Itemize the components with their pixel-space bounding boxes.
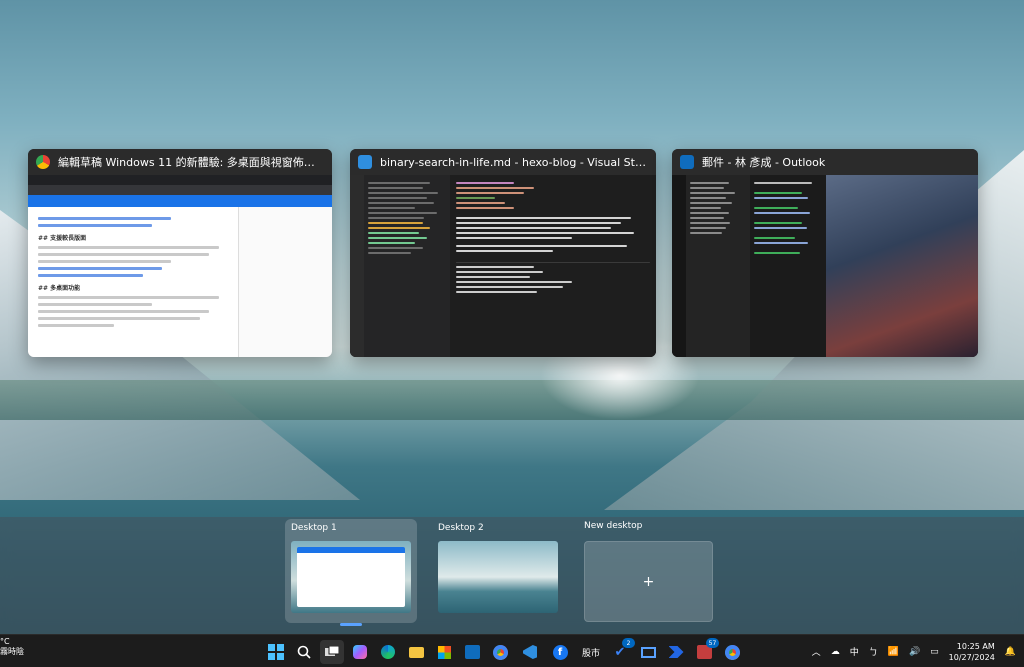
outlook-new-icon[interactable]: 57 <box>692 638 719 664</box>
todo-badge: 2 <box>622 638 635 648</box>
remote-desktop-icon[interactable] <box>636 640 660 664</box>
desktop-1-thumbnail[interactable]: Desktop 1 <box>285 519 417 626</box>
copilot-icon[interactable] <box>348 640 372 664</box>
markdown-heading: ## 支援較長版面 <box>38 235 87 242</box>
weather-temp: °C <box>0 637 10 646</box>
desktop-2-thumbnail[interactable]: Desktop 2 <box>432 519 564 623</box>
outlook-app-bar <box>672 175 686 357</box>
desktop-label: Desktop 2 <box>438 523 484 533</box>
task-view-window-chrome[interactable]: 編輯草稿 Windows 11 的新體驗: 多桌面與視窗佈局功能 - iT 邦幫… <box>28 149 332 357</box>
vscode-activity-bar <box>350 175 364 357</box>
window-title-bar: 編輯草稿 Windows 11 的新體驗: 多桌面與視窗佈局功能 - iT 邦幫… <box>28 149 332 175</box>
taskbar: °C 霧時陰 f 股市 ✔ 2 57 ︿ ☁ 中 ㄅ 📶 🔊 ▭ 10:25 A… <box>0 634 1024 667</box>
outlook-taskbar-icon[interactable] <box>460 640 484 664</box>
desktop-preview <box>291 541 411 613</box>
outlook-content <box>672 175 978 357</box>
outlook-badge: 57 <box>706 638 719 648</box>
task-view-icon[interactable] <box>320 640 344 664</box>
markdown-heading: ## 多桌面功能 <box>38 285 81 292</box>
desktop-label: Desktop 1 <box>291 523 337 533</box>
chrome-icon <box>36 155 50 169</box>
outlook-message-list <box>750 175 826 357</box>
input-language[interactable]: 中 <box>850 645 859 658</box>
volume-icon[interactable]: 🔊 <box>909 647 920 657</box>
microsoft-store-icon[interactable] <box>432 640 456 664</box>
chrome-tab-strip <box>28 175 332 185</box>
window-title-bar: binary-search-in-life.md - hexo-blog - V… <box>350 149 656 175</box>
chrome-address-bar <box>28 185 332 195</box>
outlook-icon <box>680 155 694 169</box>
vscode-taskbar-icon[interactable] <box>518 640 542 664</box>
window-title-bar: 郵件 - 林 彥成 - Outlook <box>672 149 978 175</box>
weather-status: 霧時陰 <box>0 647 24 656</box>
stock-widget[interactable]: 股市 <box>578 640 604 664</box>
active-desktop-indicator <box>340 623 362 626</box>
power-automate-icon[interactable] <box>664 640 688 664</box>
clock-date: 10/27/2024 <box>948 652 995 662</box>
file-explorer-icon[interactable] <box>404 640 428 664</box>
vscode-editor <box>450 175 656 357</box>
preview-pane <box>238 207 332 357</box>
battery-icon[interactable]: ▭ <box>930 647 939 657</box>
outlook-reading-pane <box>826 175 978 357</box>
wifi-icon[interactable]: 📶 <box>888 647 899 657</box>
plus-icon: + <box>642 573 655 590</box>
window-title: binary-search-in-life.md - hexo-blog - V… <box>380 155 648 169</box>
outlook-folder-pane <box>686 175 750 357</box>
vscode-content <box>350 175 656 357</box>
chrome-taskbar-icon[interactable] <box>488 640 512 664</box>
weather-widget[interactable]: °C 霧時陰 <box>0 637 30 657</box>
todo-icon[interactable]: ✔ 2 <box>608 638 635 664</box>
vscode-explorer <box>364 175 450 357</box>
clock-time: 10:25 AM <box>956 641 995 651</box>
window-title: 編輯草稿 Windows 11 的新體驗: 多桌面與視窗佈局功能 - iT 邦幫… <box>58 156 324 169</box>
edge-icon[interactable] <box>376 640 400 664</box>
chrome-content: ## 支援較長版面 ## 多桌面功能 <box>28 175 332 357</box>
new-desktop-label: New desktop <box>584 521 643 531</box>
ime-icon[interactable]: ㄅ <box>869 645 878 658</box>
editor-page: ## 支援較長版面 ## 多桌面功能 <box>28 207 332 357</box>
facebook-icon[interactable]: f <box>548 640 572 664</box>
start-icon[interactable] <box>264 640 288 664</box>
onedrive-icon[interactable]: ☁ <box>831 647 840 657</box>
task-view-window-vscode[interactable]: binary-search-in-life.md - hexo-blog - V… <box>350 149 656 357</box>
chrome-profile-icon[interactable] <box>720 640 744 664</box>
chevron-up-icon[interactable]: ︿ <box>812 645 821 658</box>
clock[interactable]: 10:25 AM 10/27/2024 <box>949 641 995 663</box>
task-view-window-outlook[interactable]: 郵件 - 林 彥成 - Outlook <box>672 149 978 357</box>
wallpaper-shore <box>0 380 1024 420</box>
search-icon[interactable] <box>292 640 316 664</box>
stock-label: 股市 <box>581 648 600 659</box>
desktop-preview <box>438 541 558 613</box>
vscode-icon <box>358 155 372 169</box>
system-tray: ︿ ☁ 中 ㄅ 📶 🔊 ▭ 10:25 AM 10/27/2024 🔔 <box>812 635 1024 667</box>
notification-bell-icon[interactable]: 🔔 <box>1005 647 1016 657</box>
markdown-editor: ## 支援較長版面 ## 多桌面功能 <box>28 207 238 357</box>
new-desktop-button[interactable]: + <box>584 541 713 622</box>
window-title: 郵件 - 林 彥成 - Outlook <box>702 156 826 169</box>
ithome-header <box>28 195 332 207</box>
